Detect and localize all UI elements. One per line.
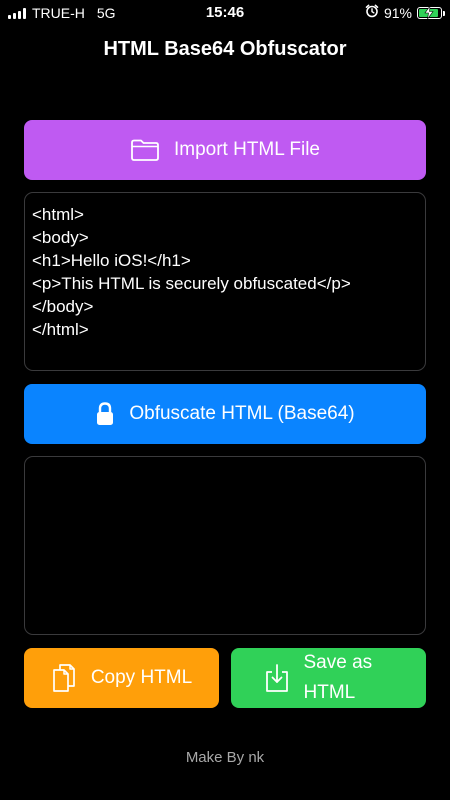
battery-icon <box>417 5 445 19</box>
status-right: 91% <box>365 4 445 21</box>
html-input-editor[interactable]: <html> <body> <h1>Hello iOS!</h1> <p>Thi… <box>24 192 426 371</box>
copy-icon <box>51 662 77 694</box>
lock-icon <box>95 401 115 427</box>
obfuscate-button-label: Obfuscate HTML (Base64) <box>129 403 355 424</box>
alarm-icon <box>365 4 379 21</box>
import-html-file-button[interactable]: Import HTML File <box>24 120 426 180</box>
save-as-html-button[interactable]: Save as HTML <box>231 648 426 708</box>
save-button-label: Save as HTML <box>303 652 373 703</box>
charging-bolt-icon <box>424 5 434 19</box>
download-icon <box>264 663 290 693</box>
footer-credit: Make By nk <box>185 749 265 766</box>
page-title: HTML Base64 Obfuscator <box>103 38 347 60</box>
folder-icon <box>130 138 160 162</box>
app-screen: TRUE-H 5G 15:46 91% HTML Base64 Obfuscat… <box>0 0 450 800</box>
battery-percentage: 91% <box>383 4 412 21</box>
obfuscated-output-area[interactable] <box>24 456 426 635</box>
copy-html-button[interactable]: Copy HTML <box>24 648 219 708</box>
copy-button-label: Copy HTML <box>90 667 193 688</box>
import-button-label: Import HTML File <box>173 139 321 160</box>
status-bar: TRUE-H 5G 15:46 91% <box>0 0 450 26</box>
obfuscate-html-button[interactable]: Obfuscate HTML (Base64) <box>24 384 426 444</box>
